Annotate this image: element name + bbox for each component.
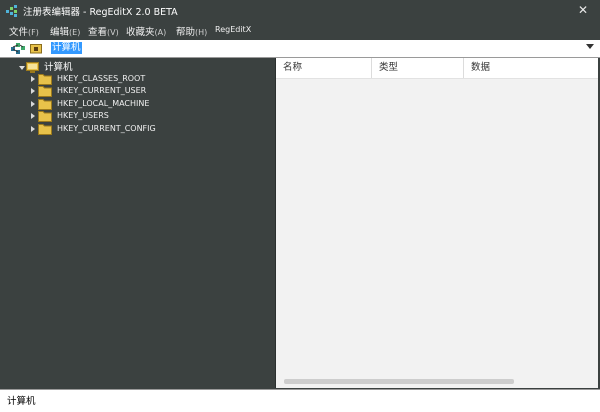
- address-input[interactable]: 计算机: [51, 42, 82, 54]
- tree-item-hkcr[interactable]: HKEY_CLASSES_ROOT: [31, 73, 251, 85]
- registry-tree: 计算机 HKEY_CLASSES_ROOT HKEY_CURRENT_USER …: [6, 58, 276, 388]
- tree-item-hklm[interactable]: HKEY_LOCAL_MACHINE: [31, 98, 251, 110]
- collapse-arrow-icon[interactable]: [31, 101, 35, 107]
- folder-icon: [38, 99, 52, 110]
- menu-favorites-label: 收藏夹: [126, 27, 155, 38]
- tree-item-hku[interactable]: HKEY_USERS: [31, 110, 251, 122]
- menu-help-label: 帮助: [176, 27, 196, 38]
- expand-arrow-icon[interactable]: [19, 66, 25, 70]
- column-header-name[interactable]: 名称: [276, 58, 372, 78]
- title-bar: 注册表编辑器 - RegEditX 2.0 BETA ✕: [0, 0, 600, 22]
- close-icon[interactable]: ✕: [576, 3, 590, 17]
- menu-view[interactable]: 查看(V): [88, 24, 119, 38]
- tree-item-label: HKEY_CLASSES_ROOT: [57, 74, 146, 83]
- column-header-type[interactable]: 类型: [372, 58, 464, 78]
- menu-favorites-accel: (A): [154, 28, 167, 37]
- registry-nav-icon[interactable]: [10, 41, 26, 56]
- window-title: 注册表编辑器 - RegEditX 2.0 BETA: [23, 7, 178, 18]
- folder-up-icon[interactable]: [30, 42, 42, 54]
- menu-help-accel: (H): [195, 28, 208, 37]
- regedit-window: 注册表编辑器 - RegEditX 2.0 BETA ✕ 文件(F) 编辑(E)…: [0, 0, 600, 412]
- list-header: 名称 类型 数据: [276, 58, 598, 79]
- menu-edit[interactable]: 编辑(E): [50, 24, 80, 38]
- tree-item-hkcu[interactable]: HKEY_CURRENT_USER: [31, 85, 251, 97]
- menu-help[interactable]: 帮助(H): [176, 24, 207, 38]
- collapse-arrow-icon[interactable]: [31, 76, 35, 82]
- status-path: 计算机: [7, 396, 36, 407]
- address-bar: 计算机: [0, 40, 600, 58]
- menu-edit-label: 编辑: [50, 27, 70, 38]
- menu-view-accel: (V): [107, 28, 119, 37]
- menu-file-label: 文件: [9, 27, 29, 38]
- collapse-arrow-icon[interactable]: [31, 88, 35, 94]
- menu-edit-accel: (E): [69, 28, 81, 37]
- menu-file-accel: (F): [28, 28, 39, 37]
- tree-item-label: HKEY_LOCAL_MACHINE: [57, 99, 150, 108]
- column-header-data[interactable]: 数据: [464, 58, 598, 78]
- menu-view-label: 查看: [88, 27, 108, 38]
- tree-item-hkcc[interactable]: HKEY_CURRENT_CONFIG: [31, 123, 251, 135]
- collapse-arrow-icon[interactable]: [31, 126, 35, 132]
- tree-item-label: HKEY_CURRENT_USER: [57, 86, 147, 95]
- chevron-down-icon[interactable]: [586, 44, 594, 49]
- tree-item-label: HKEY_USERS: [57, 111, 109, 120]
- menu-favorites[interactable]: 收藏夹(A): [126, 24, 166, 38]
- menu-file[interactable]: 文件(F): [9, 24, 39, 38]
- status-bar: 计算机: [0, 389, 600, 412]
- menu-regeditx[interactable]: RegEditX: [215, 25, 251, 34]
- tree-item-label: HKEY_CURRENT_CONFIG: [57, 124, 156, 133]
- regedit-app-icon: [6, 5, 17, 17]
- folder-icon: [38, 86, 52, 97]
- folder-icon: [38, 74, 52, 85]
- collapse-arrow-icon[interactable]: [31, 113, 35, 119]
- values-list[interactable]: 名称 类型 数据: [276, 58, 598, 388]
- folder-icon: [38, 111, 52, 122]
- menu-bar: 文件(F) 编辑(E) 查看(V) 收藏夹(A) 帮助(H) RegEditX: [0, 22, 600, 40]
- horizontal-scrollbar[interactable]: [284, 379, 514, 384]
- folder-icon: [38, 124, 52, 135]
